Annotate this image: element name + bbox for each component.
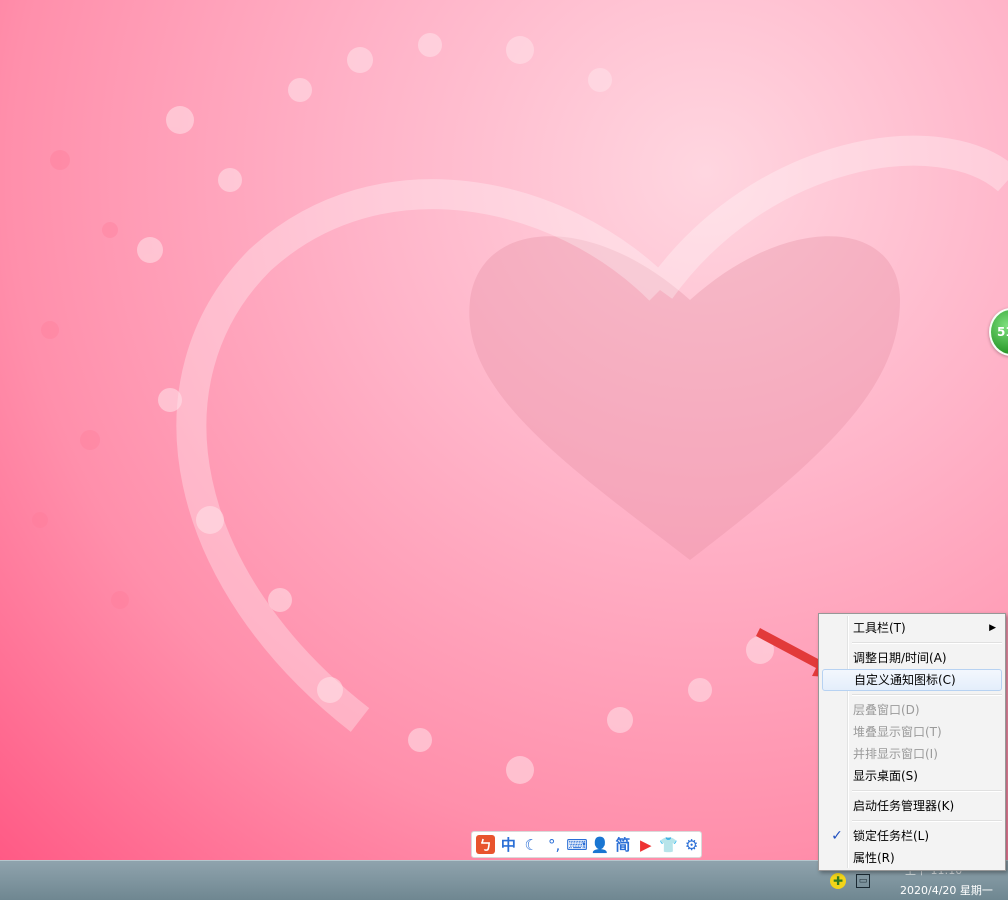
menu-item-label: 堆叠显示窗口(T) [853, 725, 942, 739]
menu-item-side-by-side[interactable]: 并排显示窗口(I) [822, 743, 1002, 765]
checkmark-icon: ✓ [831, 828, 843, 844]
menu-item-label: 层叠窗口(D) [853, 703, 920, 717]
video-icon[interactable]: ▶ [636, 835, 655, 854]
menu-separator [852, 694, 1002, 696]
menu-item-adjust-datetime[interactable]: 调整日期/时间(A) [822, 647, 1002, 669]
sogou-logo-icon[interactable]: ㄅ [476, 835, 495, 854]
menu-item-stacked[interactable]: 堆叠显示窗口(T) [822, 721, 1002, 743]
taskbar-context-menu: 工具栏(T) ▶ 调整日期/时间(A) 自定义通知图标(C) 层叠窗口(D) 堆… [818, 613, 1006, 871]
menu-item-task-manager[interactable]: 启动任务管理器(K) [822, 795, 1002, 817]
submenu-arrow-icon: ▶ [989, 623, 996, 633]
network-tray-icon[interactable]: ▭ [856, 874, 870, 888]
settings-gear-icon[interactable]: ⚙ [682, 835, 701, 854]
menu-item-lock-taskbar[interactable]: ✓ 锁定任务栏(L) [822, 825, 1002, 847]
menu-item-label: 自定义通知图标(C) [854, 673, 956, 687]
menu-item-label: 启动任务管理器(K) [853, 799, 955, 813]
punctuation-icon[interactable]: °, [545, 835, 564, 854]
menu-item-label: 属性(R) [853, 851, 895, 865]
menu-separator [852, 820, 1002, 822]
ime-toolbar[interactable]: ㄅ 中 ☾ °, ⌨ 👤 简 ▶ 👕 ⚙ [471, 831, 702, 858]
menu-item-customize-icons[interactable]: 自定义通知图标(C) [822, 669, 1002, 691]
person-icon[interactable]: 👤 [591, 835, 610, 854]
moon-icon[interactable]: ☾ [522, 835, 541, 854]
simplified-icon[interactable]: 简 [613, 835, 632, 854]
menu-item-cascade[interactable]: 层叠窗口(D) [822, 699, 1002, 721]
menu-item-properties[interactable]: 属性(R) [822, 847, 1002, 869]
clock-date[interactable]: 2020/4/20 星期一 [900, 882, 993, 898]
chinese-mode-icon[interactable]: 中 [499, 835, 518, 854]
menu-item-label: 工具栏(T) [853, 621, 906, 635]
keyboard-icon[interactable]: ⌨ [566, 835, 588, 854]
shirt-icon[interactable]: 👕 [659, 835, 678, 854]
menu-item-label: 显示桌面(S) [853, 769, 918, 783]
menu-item-show-desktop[interactable]: 显示桌面(S) [822, 765, 1002, 787]
menu-item-label: 调整日期/时间(A) [853, 651, 947, 665]
menu-separator [852, 642, 1002, 644]
menu-item-label: 锁定任务栏(L) [853, 829, 930, 843]
menu-item-toolbars[interactable]: 工具栏(T) ▶ [822, 617, 1002, 639]
menu-separator [852, 790, 1002, 792]
menu-item-label: 并排显示窗口(I) [853, 747, 938, 761]
shield-tray-icon[interactable]: ✚ [830, 873, 846, 889]
